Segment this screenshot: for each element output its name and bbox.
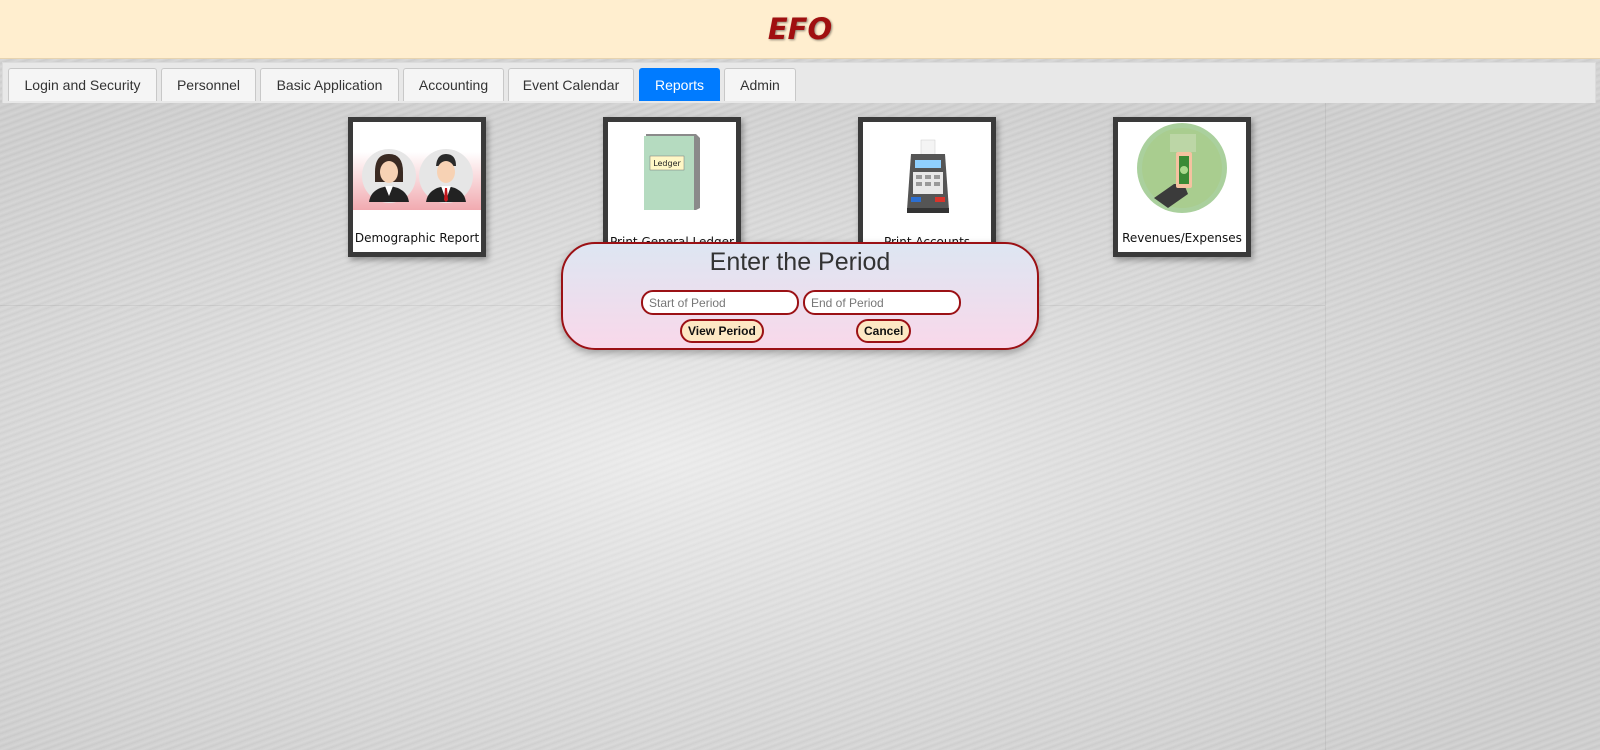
tile-label: Revenues/Expenses [1122,231,1242,245]
tab-reports[interactable]: Reports [639,68,720,101]
end-of-period-input[interactable] [803,290,961,315]
tab-personnel[interactable]: Personnel [161,68,256,101]
app-header: EFO [0,0,1600,59]
cancel-button[interactable]: Cancel [856,319,912,343]
revenues-expenses-tile[interactable]: Revenues/Expenses [1113,117,1251,257]
demographic-report-tile[interactable]: Demographic Report [348,117,486,257]
tab-event-calendar[interactable]: Event Calendar [508,68,634,101]
ledger-label: Ledger [653,159,681,168]
view-period-button[interactable]: View Period [680,319,764,343]
print-accounts-tile[interactable]: Print Accounts [858,117,996,257]
print-general-ledger-tile[interactable]: Ledger Print General Ledger [603,117,741,257]
tile-label: Demographic Report [354,231,480,245]
tab-admin[interactable]: Admin [724,68,796,101]
cash-register-icon [907,139,949,213]
tab-basic-application[interactable]: Basic Application [260,68,399,101]
period-dialog: Enter the Period View Period Cancel [561,242,1039,350]
app-title: EFO [767,12,833,46]
main-tab-bar: Login and Security Personnel Basic Appli… [2,62,1596,103]
dialog-title: Enter the Period [709,248,891,276]
start-of-period-input[interactable] [641,290,799,315]
ledger-book-icon: Ledger [644,134,700,210]
tab-login-and-security[interactable]: Login and Security [8,68,157,101]
tab-accounting[interactable]: Accounting [403,68,504,101]
